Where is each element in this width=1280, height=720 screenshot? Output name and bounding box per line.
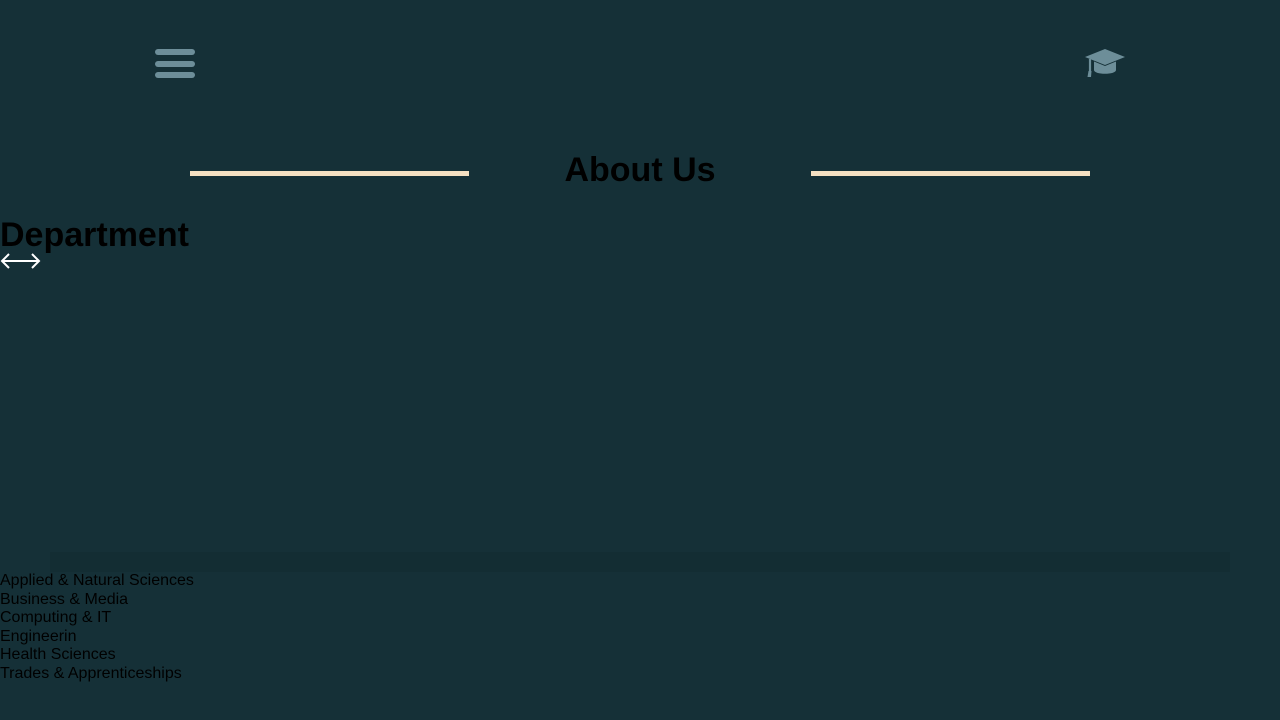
department-item[interactable]: Health Sciences [0, 646, 194, 665]
home-logo-button[interactable] [1082, 44, 1128, 82]
department-scroll-control[interactable] [0, 250, 42, 272]
page: About Us Department Applied & Natural Sc… [0, 0, 1280, 720]
department-list: Applied & Natural Sciences Business & Me… [0, 572, 194, 684]
department-item[interactable]: Engineerin [0, 628, 194, 647]
department-item[interactable]: Business & Media [0, 591, 194, 610]
department-scroll-track[interactable] [50, 552, 1230, 572]
about-us-title: About Us [564, 151, 716, 189]
title-rule-left [190, 171, 469, 176]
about-us-header: About Us [0, 150, 1280, 194]
department-item[interactable]: Applied & Natural Sciences [0, 572, 194, 591]
menu-button[interactable] [153, 46, 197, 82]
left-right-arrow-icon [0, 253, 41, 269]
title-rule-right [811, 171, 1090, 176]
department-item[interactable]: Trades & Apprenticeships [0, 665, 194, 684]
graduation-cap-icon [1085, 49, 1125, 77]
department-item[interactable]: Computing & IT [0, 609, 194, 628]
